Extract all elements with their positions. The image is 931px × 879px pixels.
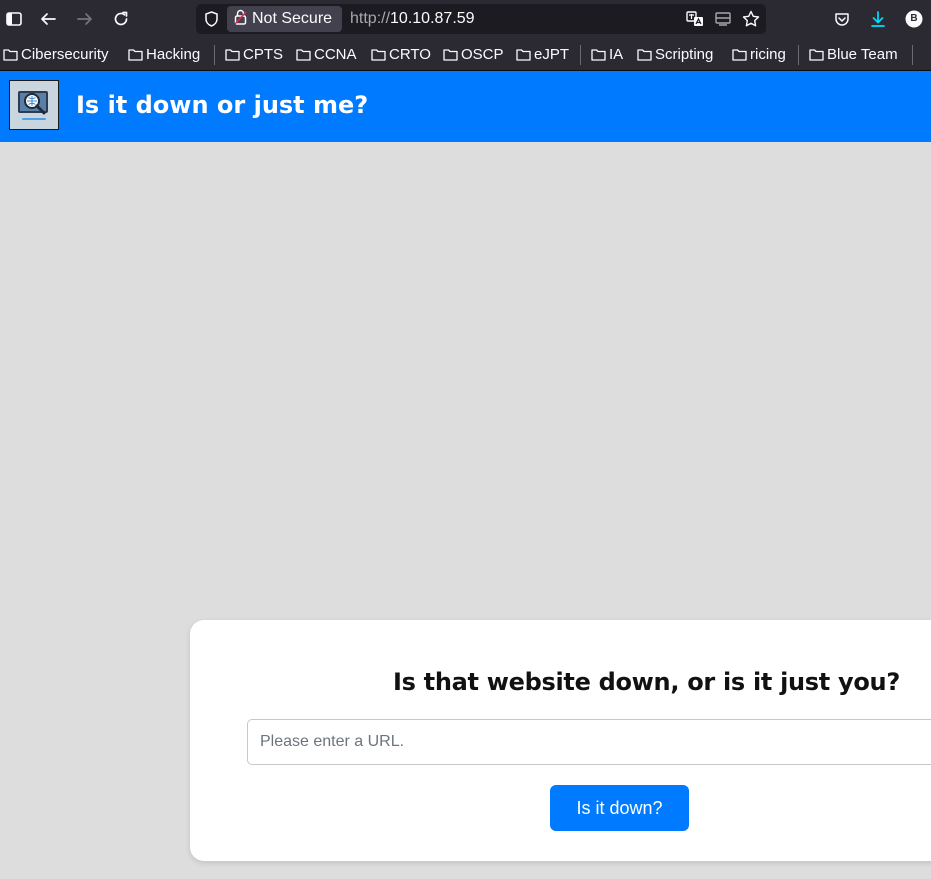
bookmark-label: ricing [750,45,786,63]
address-bar[interactable]: Not Secure http://10.10.87.59 [196,4,766,34]
reader-view-icon[interactable] [714,10,732,33]
bookmark-folder-scripting[interactable]: Scripting [637,45,713,63]
security-label: Not Secure [252,10,333,27]
pocket-icon[interactable] [832,9,852,29]
bookmark-star-icon[interactable] [742,10,760,33]
bookmark-separator [798,45,799,65]
folder-icon [732,48,747,61]
translate-icon[interactable] [686,10,704,33]
folder-icon [3,48,18,61]
bookmark-label: Hacking [146,45,201,63]
bookmark-label: eJPT [534,45,570,63]
bookmark-folder-ejpt[interactable]: eJPT [516,45,569,63]
folder-icon [809,48,824,61]
folder-icon [225,48,240,61]
bookmark-label: CPTS [243,45,284,63]
insecure-lock-icon [234,9,247,30]
folder-icon [516,48,531,61]
url-host: 10.10.87.59 [390,10,475,27]
bookmark-separator [214,45,215,65]
bookmark-folder-crto[interactable]: CRTO [371,45,431,63]
is-it-down-button[interactable]: Is it down? [550,785,689,831]
bookmark-folder-blue-team[interactable]: Blue Team [809,45,898,63]
bookmark-label: Scripting [655,45,714,63]
browser-toolbar: Not Secure http://10.10.87.59 B [0,0,931,38]
url-text[interactable]: http://10.10.87.59 [350,10,475,28]
folder-icon [371,48,386,61]
bookmarks-toolbar: Cibersecurity Hacking CPTS CCNA CRTO OSC… [0,38,931,71]
bookmark-separator [580,45,581,65]
site-logo [9,80,59,130]
profile-initial: B [910,13,918,24]
site-header: Is it down or just me? [0,71,931,142]
bookmark-folder-oscp[interactable]: OSCP [443,45,504,63]
folder-icon [591,48,606,61]
folder-icon [128,48,143,61]
bookmark-folder-hacking[interactable]: Hacking [128,45,200,63]
url-protocol: http:// [350,10,391,27]
bookmark-separator [912,45,913,65]
forward-icon[interactable] [75,9,95,29]
account-avatar[interactable]: B [904,9,924,29]
bookmark-label: Cibersecurity [21,45,109,63]
bookmark-folder-ccna[interactable]: CCNA [296,45,357,63]
folder-icon [443,48,458,61]
downloads-icon[interactable] [868,9,888,29]
site-title: Is it down or just me? [76,91,369,119]
reload-icon[interactable] [111,9,131,29]
sidebar-toggle-icon[interactable] [4,9,24,29]
bookmark-folder-ia[interactable]: IA [591,45,623,63]
check-form-card: Is that website down, or is it just you?… [190,620,931,861]
back-icon[interactable] [38,9,58,29]
folder-icon [296,48,311,61]
bookmark-label: IA [609,45,624,63]
shield-icon[interactable] [204,11,219,32]
url-input[interactable] [247,719,931,765]
not-secure-badge[interactable]: Not Secure [227,6,342,32]
bookmark-folder-ricing[interactable]: ricing [732,45,786,63]
folder-icon [637,48,652,61]
bookmark-label: OSCP [461,45,504,63]
bookmark-label: CCNA [314,45,357,63]
bookmark-label: Blue Team [827,45,898,63]
form-heading: Is that website down, or is it just you? [393,668,900,696]
bookmark-label: CRTO [389,45,431,63]
bookmark-folder-cibersecurity[interactable]: Cibersecurity [3,45,109,63]
bookmark-folder-cpts[interactable]: CPTS [225,45,283,63]
